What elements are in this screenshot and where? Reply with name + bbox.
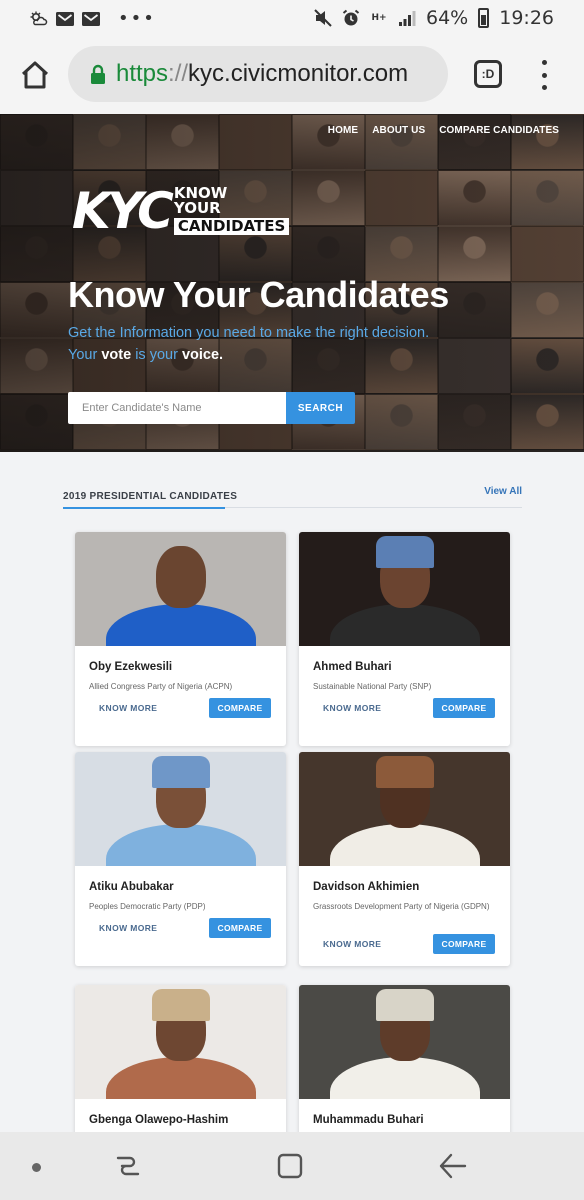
know-more-link[interactable]: KNOW MORE: [99, 703, 157, 713]
candidate-search-input[interactable]: [68, 392, 286, 424]
browser-toolbar: https://kyc.civicmonitor.com :D: [0, 36, 584, 114]
recents-icon[interactable]: [114, 1152, 142, 1185]
tab-switcher-button[interactable]: :D: [474, 60, 502, 88]
gmail-icon: [56, 11, 74, 27]
home-square-icon[interactable]: [277, 1153, 303, 1184]
mute-icon: [314, 9, 332, 27]
compare-button[interactable]: COMPARE: [433, 698, 495, 718]
battery-icon: [478, 8, 490, 28]
candidate-card[interactable]: Atiku Abubakar Peoples Democratic Party …: [75, 752, 286, 966]
know-more-link[interactable]: KNOW MORE: [323, 939, 381, 949]
candidate-photo[interactable]: [299, 752, 510, 866]
url-text: https://kyc.civicmonitor.com: [116, 60, 409, 87]
view-all-link[interactable]: View All: [484, 486, 522, 497]
candidate-party: Grassroots Development Party of Nigeria …: [313, 902, 490, 911]
candidate-photo[interactable]: [75, 752, 286, 866]
candidate-card[interactable]: Ahmed Buhari Sustainable National Party …: [299, 532, 510, 746]
section-header: 2019 PRESIDENTIAL CANDIDATES View All: [63, 486, 522, 509]
address-bar[interactable]: https://kyc.civicmonitor.com: [68, 46, 448, 102]
more-dots-icon: •••: [118, 8, 156, 29]
lock-icon: [90, 64, 106, 84]
compare-button[interactable]: COMPARE: [433, 934, 495, 954]
candidate-card[interactable]: Davidson Akhimien Grassroots Development…: [299, 752, 510, 966]
screen: ••• H+ 64% 19:26 https://kyc.civicmonito…: [0, 0, 584, 1200]
weather-icon: [30, 11, 48, 27]
hero-banner: HOME ABOUT US COMPARE CANDIDATES KYC KNO…: [0, 114, 584, 452]
candidate-name[interactable]: Atiku Abubakar: [89, 881, 174, 893]
gmail-icon: [82, 11, 100, 27]
candidate-name[interactable]: Gbenga Olawepo-Hashim: [89, 1114, 228, 1126]
nav-home[interactable]: HOME: [328, 125, 358, 136]
know-more-link[interactable]: KNOW MORE: [323, 703, 381, 713]
android-nav-bar: [0, 1132, 584, 1200]
candidate-photo[interactable]: [299, 532, 510, 646]
logo-word-candidates: CANDIDATES: [173, 218, 290, 235]
candidate-photo[interactable]: [299, 985, 510, 1099]
hero-subtitle: Get the Information you need to make the…: [68, 325, 430, 363]
back-arrow-icon[interactable]: [438, 1152, 468, 1185]
signal-icon: [398, 10, 416, 26]
home-icon[interactable]: [20, 60, 50, 90]
data-hplus-icon: H+: [371, 12, 387, 23]
candidate-photo[interactable]: [75, 532, 286, 646]
candidate-party: Peoples Democratic Party (PDP): [89, 902, 206, 911]
battery-percent: 64%: [426, 7, 469, 29]
keyboard-dot-icon: [32, 1163, 41, 1172]
hero-title: Know Your Candidates: [68, 274, 449, 315]
candidate-name[interactable]: Davidson Akhimien: [313, 881, 419, 893]
candidate-party: Allied Congress Party of Nigeria (ACPN): [89, 682, 233, 691]
section-title: 2019 PRESIDENTIAL CANDIDATES: [63, 491, 238, 502]
overflow-menu-icon[interactable]: [534, 60, 554, 90]
alarm-icon: [342, 9, 360, 26]
candidate-card[interactable]: Oby Ezekwesili Allied Congress Party of …: [75, 532, 286, 746]
candidate-photo[interactable]: [75, 985, 286, 1099]
search-button[interactable]: SEARCH: [286, 392, 355, 424]
candidate-name[interactable]: Ahmed Buhari: [313, 661, 392, 673]
logo-mark: KYC: [72, 181, 174, 240]
know-more-link[interactable]: KNOW MORE: [99, 923, 157, 933]
nav-about-us[interactable]: ABOUT US: [372, 125, 425, 136]
nav-compare-candidates[interactable]: COMPARE CANDIDATES: [439, 125, 559, 136]
status-bar: ••• H+ 64% 19:26: [0, 0, 584, 36]
compare-button[interactable]: COMPARE: [209, 918, 271, 938]
candidate-party: Sustainable National Party (SNP): [313, 682, 432, 691]
logo-word-your: YOUR: [173, 199, 221, 217]
clock: 19:26: [499, 7, 554, 29]
compare-button[interactable]: COMPARE: [209, 698, 271, 718]
candidate-name[interactable]: Muhammadu Buhari: [313, 1114, 424, 1126]
kyc-logo[interactable]: KYC KNOW YOUR CANDIDATES: [72, 181, 290, 240]
top-nav: HOME ABOUT US COMPARE CANDIDATES: [328, 125, 559, 136]
candidate-name[interactable]: Oby Ezekwesili: [89, 661, 172, 673]
